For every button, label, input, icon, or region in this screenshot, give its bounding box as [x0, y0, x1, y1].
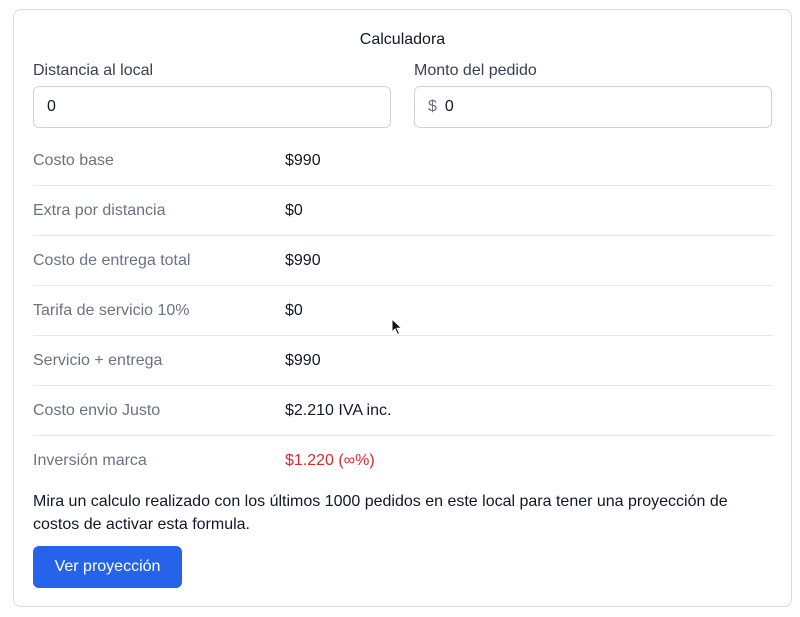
- row-brand-investment: Inversión marca $1.220 (∞%): [33, 436, 773, 486]
- row-value: $1.220 (∞%): [285, 452, 375, 469]
- amount-input-value: 0: [444, 98, 454, 115]
- row-value: $990: [285, 251, 321, 269]
- row-value: $2.210 IVA inc.: [285, 401, 392, 419]
- calculator-card: Calculadora Distancia al local 0 Monto d…: [13, 9, 792, 607]
- row-value: $990: [285, 351, 321, 369]
- row-label: Inversión marca: [33, 452, 147, 469]
- row-label: Tarifa de servicio 10%: [33, 301, 190, 319]
- row-label: Servicio + entrega: [33, 351, 163, 369]
- row-value: $0: [285, 201, 303, 219]
- row-value: $0: [285, 301, 303, 319]
- distance-input-value: 0: [47, 98, 56, 115]
- row-total-delivery: Costo de entrega total $990: [33, 236, 773, 286]
- row-label: Costo base: [33, 151, 114, 169]
- mouse-pointer-icon: [391, 318, 403, 336]
- amount-input[interactable]: $ 0: [414, 86, 772, 128]
- row-label: Costo envio Justo: [33, 401, 161, 419]
- cost-breakdown: Costo base $990 Extra por distancia $0 C…: [33, 136, 773, 486]
- row-justo-shipping: Costo envio Justo $2.210 IVA inc.: [33, 386, 773, 436]
- currency-symbol: $: [428, 98, 437, 115]
- amount-label: Monto del pedido: [414, 62, 537, 79]
- distance-label: Distancia al local: [33, 62, 154, 79]
- row-label: Extra por distancia: [33, 201, 166, 219]
- distance-input[interactable]: 0: [33, 86, 391, 128]
- row-value: $990: [285, 151, 321, 169]
- row-distance-extra: Extra por distancia $0: [33, 186, 773, 236]
- projection-description: Mira un calculo realizado con los último…: [33, 493, 728, 533]
- row-label: Costo de entrega total: [33, 251, 191, 269]
- calculator-title: Calculadora: [359, 31, 446, 48]
- row-base-cost: Costo base $990: [33, 136, 773, 186]
- row-service-plus-delivery: Servicio + entrega $990: [33, 336, 773, 386]
- view-projection-button[interactable]: Ver proyección: [33, 546, 182, 588]
- row-service-fee: Tarifa de servicio 10% $0: [33, 286, 773, 336]
